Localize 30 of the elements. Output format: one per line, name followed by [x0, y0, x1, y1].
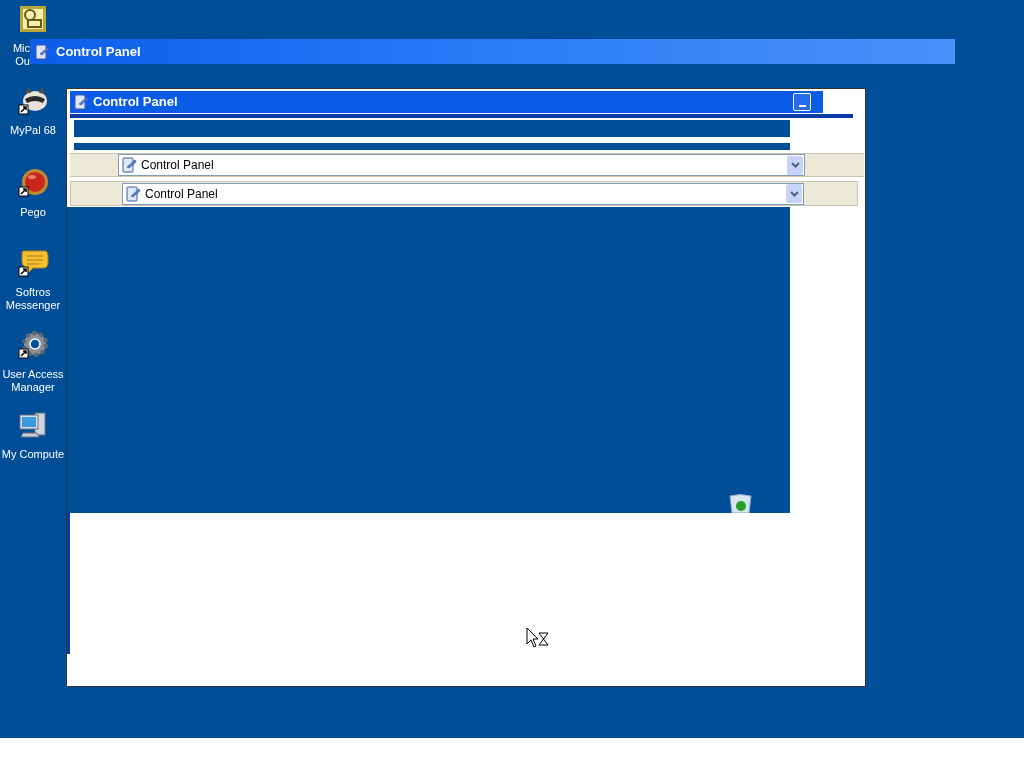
icon-label: Mic Ou — [11, 42, 30, 68]
control-panel-icon — [125, 185, 141, 202]
minimize-button[interactable] — [793, 93, 811, 111]
icon-label: MyPal 68 — [10, 124, 56, 137]
icon-label: My Compute — [1, 448, 65, 461]
icon-label: User Access Manager — [2, 368, 64, 394]
address-field[interactable]: Control Panel — [122, 182, 804, 205]
address-text: Control Panel — [141, 157, 215, 174]
control-panel-icon — [121, 157, 137, 173]
dropdown-button[interactable] — [787, 155, 803, 175]
title-bar[interactable]: Control Panel — [70, 91, 823, 113]
address-field[interactable]: Control Panel — [118, 154, 805, 176]
window-title: Control Panel — [93, 93, 179, 112]
chevron-down-icon — [789, 190, 799, 197]
dropdown-button[interactable] — [786, 184, 802, 203]
ball-icon — [17, 167, 49, 199]
control-panel-icon — [34, 43, 50, 60]
computer-icon — [17, 409, 49, 441]
busy-cursor-icon — [526, 627, 550, 648]
raccoon-icon — [17, 85, 49, 117]
gear-icon — [17, 329, 49, 361]
address-text: Control Panel — [145, 185, 219, 203]
window-title: Control Panel — [56, 42, 141, 61]
clock-envelope-icon — [19, 5, 47, 33]
speech-bubble-icon — [17, 247, 49, 279]
icon-label: Softros Messenger — [5, 286, 61, 312]
control-panel-icon — [73, 94, 89, 110]
chevron-down-icon — [790, 162, 800, 168]
title-bar[interactable]: Control Panel — [30, 39, 955, 64]
icon-label: Pego — [20, 206, 46, 219]
